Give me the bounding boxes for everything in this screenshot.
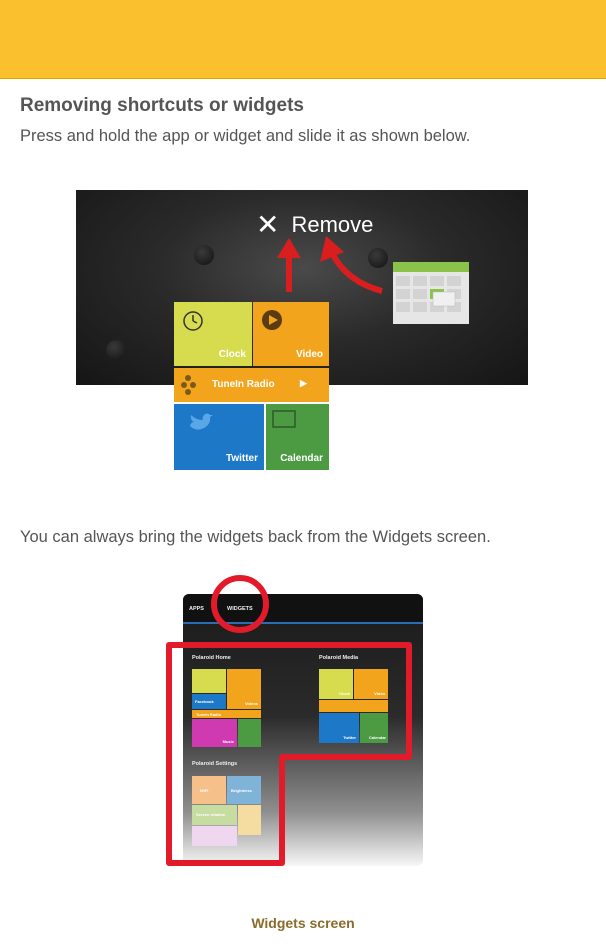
figure-caption: Widgets screen: [251, 915, 355, 931]
highlight-overlay: [166, 575, 412, 866]
widget-groups-highlight: [166, 642, 412, 866]
widgets-tab-highlight: [211, 575, 269, 633]
